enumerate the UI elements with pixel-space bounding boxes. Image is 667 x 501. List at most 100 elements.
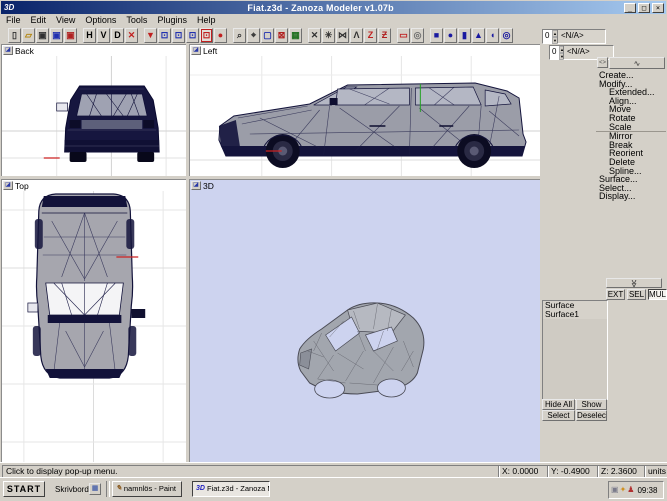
h-view-button[interactable]: H [83,28,96,43]
faces-mode-icon: ⊡ [189,30,197,40]
menu-plugins[interactable]: Plugins [152,15,192,25]
new-file-button[interactable]: ▯ [8,28,21,43]
cut-tool-button[interactable]: ✕ [308,28,321,43]
primitive-cylinder-button[interactable]: ▮ [458,28,471,43]
edges-mode-button[interactable]: ⊡ [172,28,185,43]
start-button[interactable]: START [3,481,45,497]
material-sphere-button[interactable]: ● [214,28,227,43]
toolbar: ▯ ▱ ▣ ▣ ▣ H V D ✕ ▼ [1,26,542,44]
viewport-menu-icon[interactable]: ◪ [191,181,201,190]
zoom-tool-icon: ⌕ [237,30,242,40]
vertices-mode-button[interactable]: ⊡ [158,28,171,43]
spline-wave-button[interactable]: ∿ [609,57,665,69]
weld-tool-button[interactable]: ⋈ [336,28,349,43]
import-file-button[interactable]: ▣ [50,28,63,43]
tray-icon-2[interactable]: ✦ [620,486,627,494]
texture-tool-button[interactable]: ▦ [289,28,302,43]
save-file-icon: ▣ [38,30,47,40]
system-tray: ▣✦♟ 09:38 [608,481,664,499]
show-all-button[interactable]: Show All [576,399,607,410]
close-button[interactable]: × [652,3,664,13]
toolbar-dropdown[interactable]: <N/A> [557,29,606,44]
surface-item-surface1[interactable]: Surface1 [543,310,607,319]
app-logo-icon: 3D [4,3,14,12]
box-tool-button[interactable]: ▢ [261,28,274,43]
zoom-tool-button[interactable]: ⌕ [233,28,246,43]
surface-list[interactable]: SurfaceSurface1 [542,300,608,400]
primitive-ellipsoid-button[interactable]: ◖ [486,28,499,43]
viewport-splitter-horizontal[interactable] [0,176,540,179]
primitive-sphere-button[interactable]: ● [444,28,457,43]
viewport-menu-icon[interactable]: ◪ [191,46,201,55]
selection-filter-button[interactable]: ▼ [144,28,157,43]
car-back-wireframe [57,86,159,162]
zmodeler-task-icon: 3D [196,482,205,496]
tray-icon-1[interactable]: ▣ [611,486,619,494]
collapse-panel-button[interactable]: ≫ [606,278,662,288]
z-modifier-button[interactable]: Z [364,28,377,43]
desktop-icon[interactable]: ▦ [89,483,101,495]
material-sphere-icon: ● [218,30,223,40]
delete-box-tool-button[interactable]: ⊠ [275,28,288,43]
d-view-icon: D [114,30,121,40]
select-all-button[interactable]: Select All [542,410,575,421]
menu-command-scale[interactable]: Scale [596,123,666,132]
pick-tool-button[interactable]: ⌖ [247,28,260,43]
node-icon[interactable]: <> [597,57,608,68]
clock: 09:38 [637,486,657,495]
viewport-back-labelbar: ◪ Back [2,45,186,56]
menu-command-display[interactable]: Display... [596,192,666,201]
command-menu: Create...Modify...Extended...Align...Mov… [596,71,666,201]
cut-tool-icon: ✕ [311,30,319,40]
maximize-button[interactable]: □ [638,3,650,13]
star-tool-button[interactable]: ✳ [322,28,335,43]
export-file-button[interactable]: ▣ [64,28,77,43]
primitive-torus-button[interactable]: ◎ [500,28,513,43]
menu-file[interactable]: File [1,15,26,25]
menu-view[interactable]: View [51,15,80,25]
viewport-menu-icon[interactable]: ◪ [3,181,13,190]
viewport-left[interactable]: ◪ Left [189,44,541,177]
minimize-button[interactable]: _ [624,3,636,13]
bones-tool-button[interactable]: Ʌ [350,28,363,43]
open-file-button[interactable]: ▱ [22,28,35,43]
tab-ext[interactable]: EXT [606,289,625,300]
z-crossed-icon: Ƶ [382,30,388,40]
viewport-top-labelbar: ◪ Top [2,180,186,191]
tab-mul[interactable]: MUL [648,289,667,300]
red-frame-tool-button[interactable]: ▭ [397,28,410,43]
menu-help[interactable]: Help [192,15,221,25]
left-view-canvas[interactable] [190,56,540,176]
primitive-cone-button[interactable]: ▲ [472,28,485,43]
axes-toggle-button[interactable]: ✕ [125,28,138,43]
zmodeler-task-button[interactable]: 3D Fiat.z3d - Zanoza Mo... [192,481,270,497]
primitive-box-button[interactable]: ■ [430,28,443,43]
v-view-button[interactable]: V [97,28,110,43]
menu-options[interactable]: Options [80,15,121,25]
target-circle-tool-button[interactable]: ◎ [411,28,424,43]
objects-mode-icon: ⊡ [203,30,211,40]
hide-all-button[interactable]: Hide All [542,399,575,410]
viewport-top[interactable]: ◪ Top [1,179,187,463]
menu-command-align[interactable]: Align... [596,97,666,106]
viewport-splitter-vertical[interactable] [186,44,189,462]
back-view-canvas[interactable] [2,56,186,176]
deselect-button[interactable]: Deselect [576,410,607,421]
paint-task-button[interactable]: ✎ namnlös - Paint [112,481,182,497]
viewport-back[interactable]: ◪ Back [1,44,187,177]
three-d-view-canvas[interactable] [190,191,540,462]
viewport-menu-icon[interactable]: ◪ [3,46,13,55]
red-frame-tool-icon: ▭ [399,30,408,40]
top-view-canvas[interactable] [2,191,186,462]
objects-mode-button[interactable]: ⊡ [200,28,213,43]
tray-icon-3[interactable]: ♟ [627,486,634,494]
save-file-button[interactable]: ▣ [36,28,49,43]
menu-edit[interactable]: Edit [26,15,52,25]
z-crossed-button[interactable]: Ƶ [378,28,391,43]
viewport-3d-labelbar: ◪ 3D [190,180,540,191]
menu-tools[interactable]: Tools [121,15,152,25]
tab-sel[interactable]: SEL [627,289,646,300]
d-view-button[interactable]: D [111,28,124,43]
faces-mode-button[interactable]: ⊡ [186,28,199,43]
viewport-3d[interactable]: ◪ 3D [189,179,541,463]
